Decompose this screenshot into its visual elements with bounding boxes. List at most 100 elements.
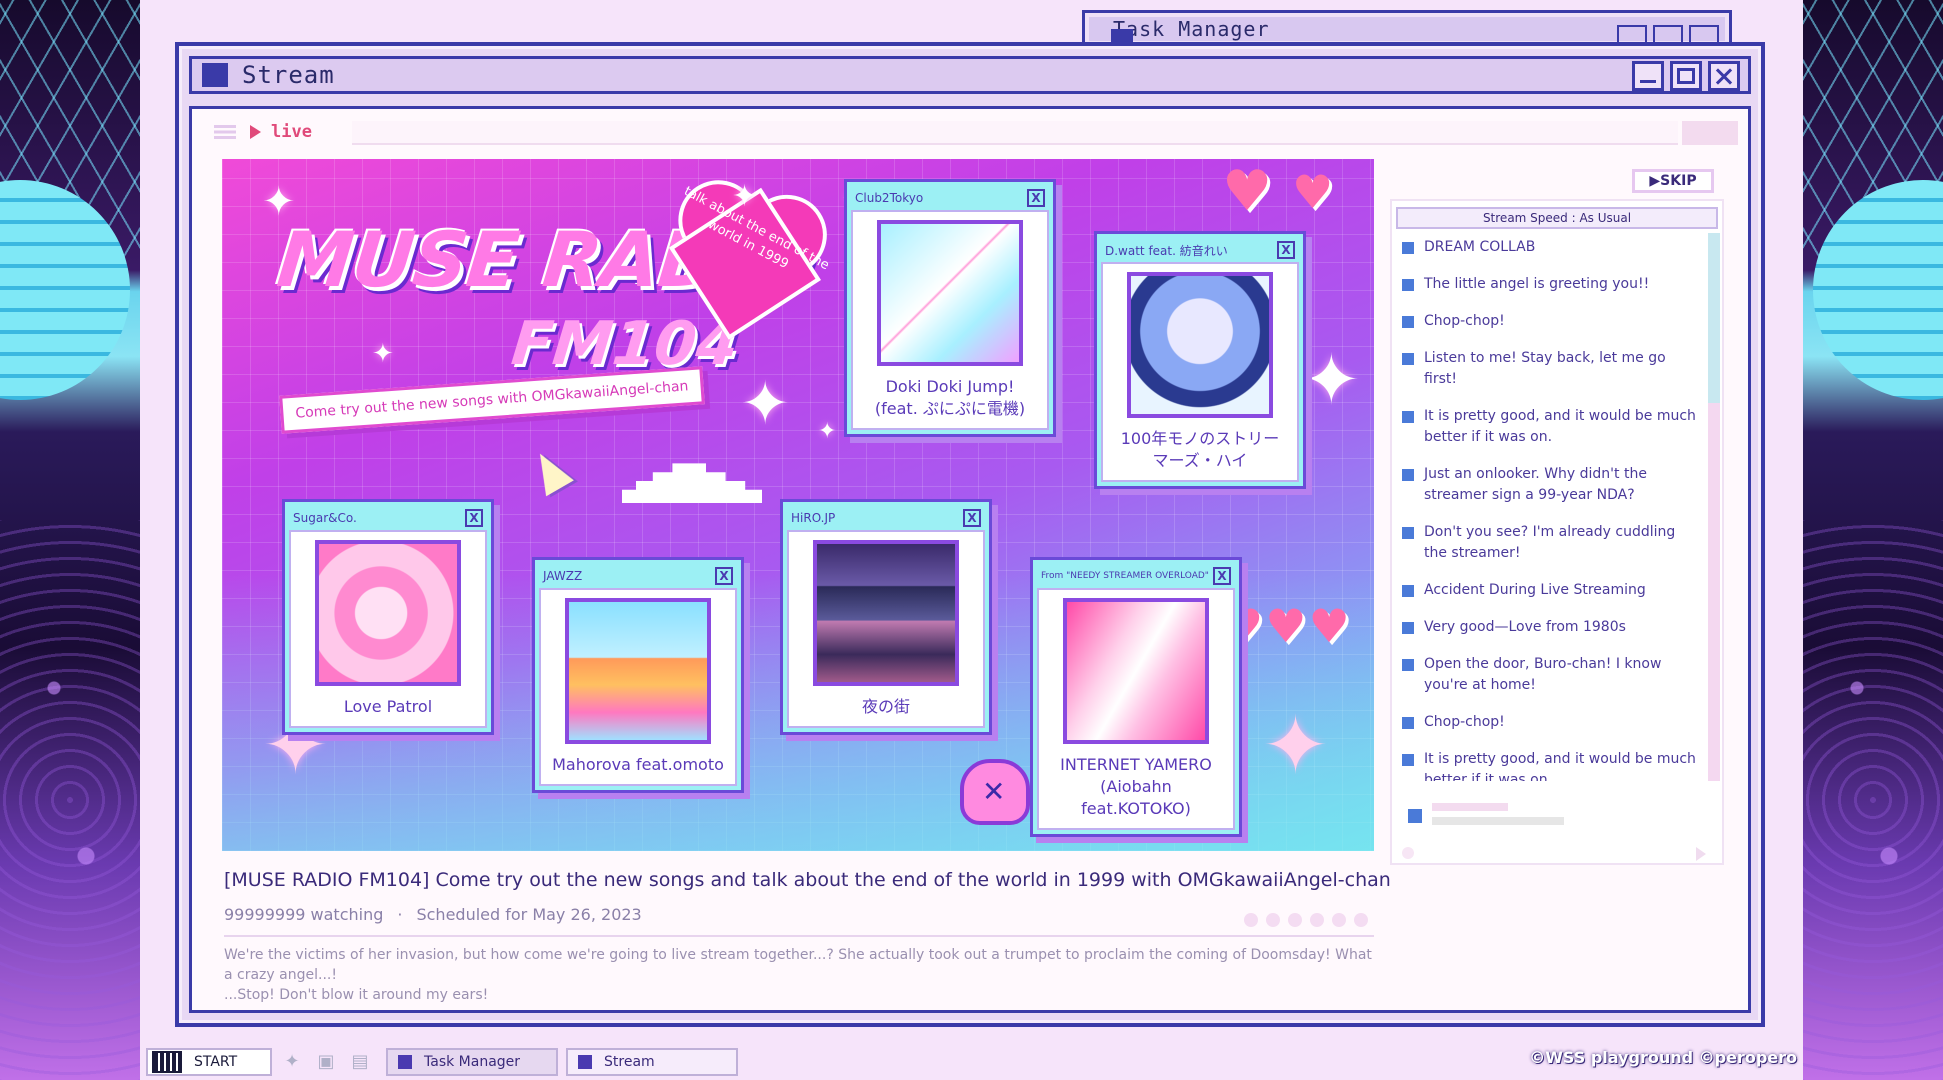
song-card[interactable]: Sugar&Co. X Love Patrol: [282, 499, 494, 735]
bullet-icon: [1402, 659, 1414, 671]
song-card[interactable]: From "NEEDY STREAMER OVERLOAD" X INTERNE…: [1030, 557, 1242, 837]
chat-footer: [1402, 847, 1712, 861]
chat-text: Very good—Love from 1980s: [1424, 619, 1626, 635]
song-title: Mahorova feat.omoto: [549, 754, 727, 776]
song-card[interactable]: Club2Tokyo X Doki Doki Jump! (feat. ぷにぷに…: [844, 179, 1056, 437]
maximize-button[interactable]: [1670, 61, 1702, 91]
dot: [1332, 913, 1346, 927]
window-icon: [578, 1055, 592, 1069]
stream-meta: 99999999 watching · Scheduled for May 26…: [224, 905, 642, 924]
dot: [1244, 913, 1258, 927]
sparkle-icon: ✦: [732, 179, 758, 214]
taskbar-task-manager[interactable]: Task Manager: [386, 1048, 558, 1076]
minimize-button[interactable]: [1632, 61, 1664, 91]
left-backdrop: [0, 0, 140, 1080]
card-artist: JAWZZ: [543, 569, 583, 583]
start-button[interactable]: START: [146, 1048, 272, 1076]
card-body: Mahorova feat.omoto: [539, 588, 737, 786]
chat-scroll-thumb[interactable]: [1708, 233, 1720, 403]
watching-count: 99999999 watching: [224, 905, 384, 924]
heart-icon: ♥: [1292, 165, 1336, 219]
bullet-icon: [1402, 754, 1414, 766]
chat-text: DREAM COLLAB: [1424, 239, 1536, 255]
send-arrow-icon[interactable]: [1696, 847, 1706, 861]
card-body: Doki Doki Jump! (feat. ぷにぷに電機): [851, 210, 1049, 430]
stream-video[interactable]: MUSE RADIO FM104 talk about the end of t…: [222, 159, 1374, 851]
song-title-line: 100年モノのストリー: [1120, 429, 1280, 448]
card-body: INTERNET YAMERO (Aiobahn feat.KOTOKO): [1037, 588, 1235, 830]
stream-speed-label[interactable]: Stream Speed : As Usual: [1396, 207, 1718, 229]
taskbar-stream[interactable]: Stream: [566, 1048, 738, 1076]
close-icon[interactable]: X: [1213, 567, 1231, 585]
song-title: INTERNET YAMERO (Aiobahn feat.KOTOKO): [1047, 754, 1225, 820]
close-icon[interactable]: X: [963, 509, 981, 527]
chat-text: Accident During Live Streaming: [1424, 582, 1646, 598]
bullet-icon: [1402, 717, 1414, 729]
song-card[interactable]: D.watt feat. 紡音れい X 100年モノのストリー マーズ・ハイ: [1094, 231, 1306, 489]
input-icon: [1408, 809, 1422, 823]
dot: [1288, 913, 1302, 927]
meta-separator: ·: [397, 905, 403, 924]
card-header: From "NEEDY STREAMER OVERLOAD" X: [1037, 564, 1235, 588]
song-title-line: 夜の街: [861, 697, 910, 716]
bullet-icon: [1402, 353, 1414, 365]
album-art: [813, 540, 959, 686]
close-icon[interactable]: X: [1027, 189, 1045, 207]
menu-icon[interactable]: [214, 125, 236, 139]
task-label: Task Manager: [424, 1054, 521, 1070]
chat-message: Listen to me! Stay back, let me go first…: [1396, 344, 1708, 394]
cloud-decoration: [622, 463, 762, 503]
stream-description: We're the victims of her invasion, but h…: [224, 945, 1384, 1005]
window-icon: [398, 1055, 412, 1069]
bullet-icon: [1402, 242, 1414, 254]
stream-title: [MUSE RADIO FM104] Come try out the new …: [224, 869, 1391, 891]
song-card[interactable]: HiRO.JP X 夜の街: [780, 499, 992, 735]
chat-list[interactable]: DREAM COLLAB The little angel is greetin…: [1396, 233, 1708, 781]
skip-button[interactable]: ▶SKIP: [1632, 169, 1714, 193]
close-button[interactable]: [1708, 61, 1740, 91]
sparkle-icon: ✦: [262, 179, 296, 225]
chat-message: Open the door, Buro-chan! I know you're …: [1396, 650, 1708, 700]
window-icon: [202, 63, 228, 87]
album-art: [1063, 598, 1209, 744]
chat-message: DREAM COLLAB: [1396, 233, 1708, 262]
taskbar-shortcuts: ✦ ▣ ▤: [280, 1052, 372, 1072]
card-header: HiRO.JP X: [787, 506, 985, 530]
bullet-icon: [1402, 622, 1414, 634]
song-title-line: Doki Doki Jump!: [885, 377, 1015, 396]
play-icon: [250, 125, 261, 139]
chat-text: Just an onlooker. Why didn't the streame…: [1424, 466, 1647, 503]
chat-text: Listen to me! Stay back, let me go first…: [1424, 350, 1666, 387]
chat-text: The little angel is greeting you!!: [1424, 276, 1650, 292]
bullet-icon: [1402, 527, 1414, 539]
chat-message: It is pretty good, and it would be much …: [1396, 745, 1708, 781]
close-icon[interactable]: X: [715, 567, 733, 585]
stream-title-bar[interactable]: Stream: [189, 56, 1751, 94]
start-icon: [152, 1051, 182, 1073]
song-title-line: INTERNET YAMERO: [1060, 755, 1212, 774]
card-header: Sugar&Co. X: [289, 506, 487, 530]
chat-text: It is pretty good, and it would be much …: [1424, 408, 1696, 445]
cable-decoration: [1803, 520, 1943, 1080]
close-icon[interactable]: X: [1277, 241, 1295, 259]
cable-decoration: [0, 520, 140, 1080]
chat-input[interactable]: [1402, 801, 1712, 831]
chat-message: Just an onlooker. Why didn't the streame…: [1396, 460, 1708, 510]
dot: [1310, 913, 1324, 927]
bullet-icon: [1402, 316, 1414, 328]
song-title: 100年モノのストリー マーズ・ハイ: [1111, 428, 1289, 472]
taskbar: START ✦ ▣ ▤ Task Manager Stream ©WSS pla…: [140, 1046, 1803, 1080]
url-field-end: [1682, 121, 1738, 145]
live-label: live: [271, 122, 312, 142]
window-controls: [1632, 61, 1740, 91]
chat-message: It is pretty good, and it would be much …: [1396, 402, 1708, 452]
song-card[interactable]: JAWZZ X Mahorova feat.omoto: [532, 557, 744, 793]
monitor-icon[interactable]: ▤: [348, 1052, 372, 1072]
right-backdrop: [1803, 0, 1943, 1080]
close-icon[interactable]: X: [465, 509, 483, 527]
url-field[interactable]: [352, 121, 1678, 145]
chat-bubble-icon[interactable]: ▣: [314, 1052, 338, 1072]
twitter-icon[interactable]: ✦: [280, 1052, 304, 1072]
card-artist: From "NEEDY STREAMER OVERLOAD": [1041, 571, 1209, 581]
song-title-line: Love Patrol: [343, 697, 433, 716]
